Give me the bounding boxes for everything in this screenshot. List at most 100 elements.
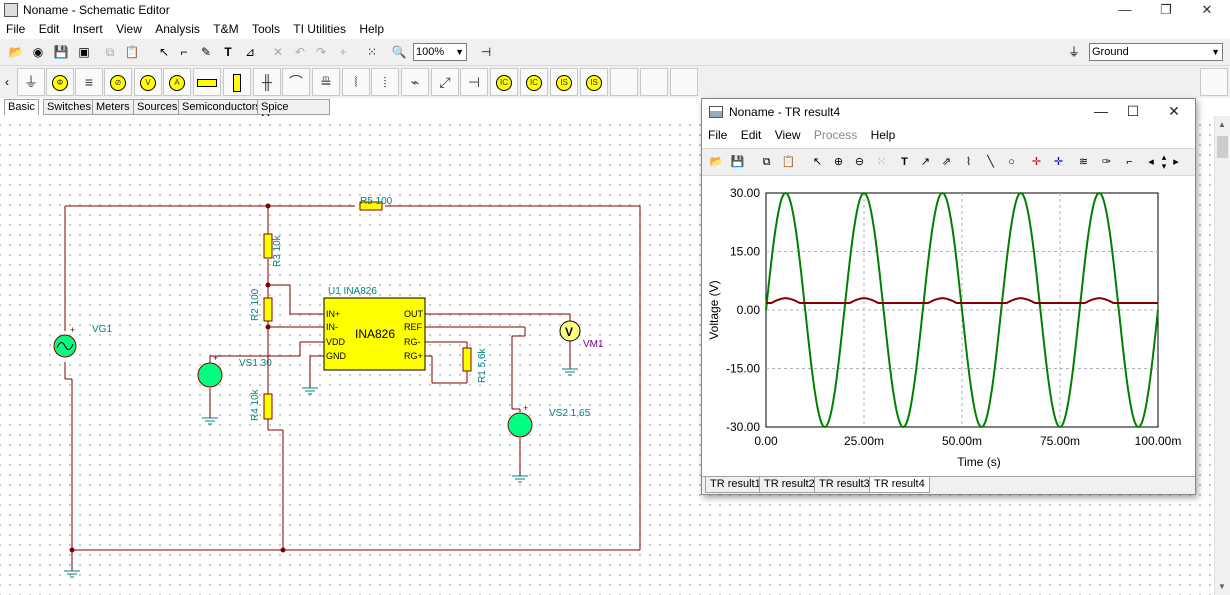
- switch-icon[interactable]: ⌁: [401, 68, 429, 96]
- menu-view[interactable]: View: [110, 20, 146, 36]
- ammeter-icon[interactable]: A: [163, 68, 191, 96]
- menu-analysis[interactable]: Analysis: [149, 20, 204, 36]
- close-button[interactable]: ✕: [1192, 2, 1222, 18]
- text-tool-icon[interactable]: T: [218, 42, 238, 62]
- curve-icon[interactable]: ≋: [1074, 153, 1093, 172]
- voltage-source-icon[interactable]: Φ: [46, 68, 74, 96]
- delete-icon[interactable]: ✕: [268, 42, 288, 62]
- resistor-r4[interactable]: [263, 393, 273, 420]
- cursor-a-icon[interactable]: ✛: [1027, 153, 1046, 172]
- scroll-up-icon[interactable]: ▲: [1218, 120, 1226, 129]
- vertical-scrollbar[interactable]: ▲ ▼: [1214, 116, 1230, 595]
- result-menu-edit[interactable]: Edit: [735, 125, 766, 142]
- tab-semiconductors[interactable]: Semiconductors: [178, 99, 265, 115]
- result-minimize-button[interactable]: —: [1088, 103, 1114, 121]
- nav-updown-icon[interactable]: ▴ ▾: [1157, 153, 1171, 172]
- empty-slot-right[interactable]: [1200, 68, 1228, 96]
- arrow-annotation-icon[interactable]: ↗: [916, 153, 935, 172]
- voltmeter-icon[interactable]: V: [134, 68, 162, 96]
- empty-slot-1[interactable]: [610, 68, 638, 96]
- vcvs-icon[interactable]: IS: [550, 68, 578, 96]
- menu-help[interactable]: Help: [353, 20, 388, 36]
- line-icon[interactable]: ╲: [981, 153, 1000, 172]
- junction-icon[interactable]: +: [333, 42, 353, 62]
- result-copy-icon[interactable]: ⧉: [757, 153, 776, 172]
- ic-source-icon[interactable]: IC: [490, 68, 518, 96]
- undo-icon[interactable]: ↶: [290, 42, 310, 62]
- tab-tr-result3[interactable]: TR result3: [814, 477, 875, 493]
- potentiometer-icon[interactable]: ⤢: [431, 68, 459, 96]
- nav-right-icon[interactable]: ▸: [1171, 153, 1181, 172]
- resistor-vertical-icon[interactable]: [223, 68, 251, 96]
- tab-tr-result1[interactable]: TR result1: [705, 477, 766, 493]
- tab-tr-result2[interactable]: TR result2: [759, 477, 820, 493]
- nav-left-icon[interactable]: ◂: [1146, 153, 1156, 172]
- scroll-left-icon[interactable]: ‹: [2, 72, 12, 92]
- resistor-r3[interactable]: [263, 233, 273, 259]
- vs1-source[interactable]: [197, 362, 223, 388]
- scroll-down-icon[interactable]: ▼: [1218, 582, 1226, 591]
- inductor-icon[interactable]: ⌒: [282, 68, 310, 96]
- dimension-icon[interactable]: ⌇: [959, 153, 978, 172]
- menu-tools[interactable]: Tools: [246, 20, 284, 36]
- label-icon[interactable]: ⊿: [240, 42, 260, 62]
- open-folder-icon[interactable]: 📂: [6, 42, 26, 62]
- tab-basic[interactable]: Basic: [4, 99, 39, 115]
- redo-icon[interactable]: ↷: [311, 42, 331, 62]
- circle-icon[interactable]: ○: [1002, 153, 1021, 172]
- ic-current-icon[interactable]: IC: [520, 68, 548, 96]
- inductor-core-icon[interactable]: ≞: [312, 68, 340, 96]
- zoom-select[interactable]: 100% ▼: [413, 43, 467, 61]
- result-maximize-button[interactable]: ☐: [1120, 103, 1146, 121]
- menu-file[interactable]: File: [0, 20, 29, 36]
- battery-icon[interactable]: ≡: [75, 68, 103, 96]
- maximize-button[interactable]: ❐: [1151, 2, 1181, 18]
- resistor-r1[interactable]: [462, 347, 472, 372]
- tab-tr-result4[interactable]: TR result4: [869, 477, 930, 493]
- ground-icon[interactable]: ⏚: [17, 68, 45, 96]
- menu-tm[interactable]: T&M: [207, 20, 242, 36]
- result-pointer-icon[interactable]: ↖: [808, 153, 827, 172]
- select-arrow-icon[interactable]: ↖: [154, 42, 174, 62]
- result-menu-view[interactable]: View: [769, 125, 805, 142]
- plug-icon[interactable]: ⊣: [460, 68, 488, 96]
- marker-icon[interactable]: ✑: [1097, 153, 1116, 172]
- result-text-icon[interactable]: T: [895, 153, 914, 172]
- pen-icon[interactable]: ✎: [196, 42, 216, 62]
- result-grid-icon[interactable]: ⁙: [872, 153, 891, 172]
- open-web-icon[interactable]: ◉: [28, 42, 48, 62]
- probe-icon[interactable]: ⊣: [476, 42, 496, 62]
- zoom-icon[interactable]: 🔍: [389, 42, 409, 62]
- grid-icon[interactable]: ⁙: [362, 42, 382, 62]
- menu-insert[interactable]: Insert: [67, 20, 107, 36]
- empty-slot-2[interactable]: [640, 68, 668, 96]
- cursor-b-icon[interactable]: ✛: [1049, 153, 1068, 172]
- result-menu-process[interactable]: Process: [808, 125, 861, 142]
- tab-spice-macros[interactable]: Spice Macros: [257, 99, 330, 125]
- menu-ti-utilities[interactable]: TI Utilities: [287, 20, 350, 36]
- ground-tool-icon[interactable]: ⏚: [1064, 42, 1084, 62]
- wire-icon[interactable]: ⌐: [174, 42, 194, 62]
- current-meter-icon[interactable]: ⊘: [104, 68, 132, 96]
- save-icon[interactable]: 💾: [51, 42, 71, 62]
- tr-result-window[interactable]: Noname - TR result4 — ☐ ✕ File Edit View…: [701, 98, 1196, 495]
- step-icon[interactable]: ⌐: [1120, 153, 1139, 172]
- result-paste-icon[interactable]: 📋: [779, 153, 798, 172]
- vs2-source[interactable]: [507, 412, 533, 438]
- tab-switches[interactable]: Switches: [43, 99, 96, 115]
- paste-icon[interactable]: 📋: [122, 42, 142, 62]
- result-save-icon[interactable]: 💾: [728, 153, 747, 172]
- zoom-out-icon[interactable]: ⊖: [850, 153, 869, 172]
- result-menu-help[interactable]: Help: [865, 125, 900, 142]
- tab-sources[interactable]: Sources: [133, 99, 182, 115]
- voltage-chart[interactable]: 30.00 15.00 0.00 -15.00 -30.00 0.00 25.00m 50.…: [702, 179, 1195, 475]
- copy-icon[interactable]: ⧉: [100, 42, 120, 62]
- capacitor-icon[interactable]: ╫: [253, 68, 281, 96]
- result-menu-file[interactable]: File: [702, 125, 731, 142]
- transformer-core-icon[interactable]: ⦙: [371, 68, 399, 96]
- resistor-icon[interactable]: [193, 68, 221, 96]
- zoom-in-icon[interactable]: ⊕: [829, 153, 848, 172]
- resistor-r2[interactable]: [263, 297, 273, 322]
- arrow2-annotation-icon[interactable]: ⇗: [937, 153, 956, 172]
- menu-edit[interactable]: Edit: [33, 20, 64, 36]
